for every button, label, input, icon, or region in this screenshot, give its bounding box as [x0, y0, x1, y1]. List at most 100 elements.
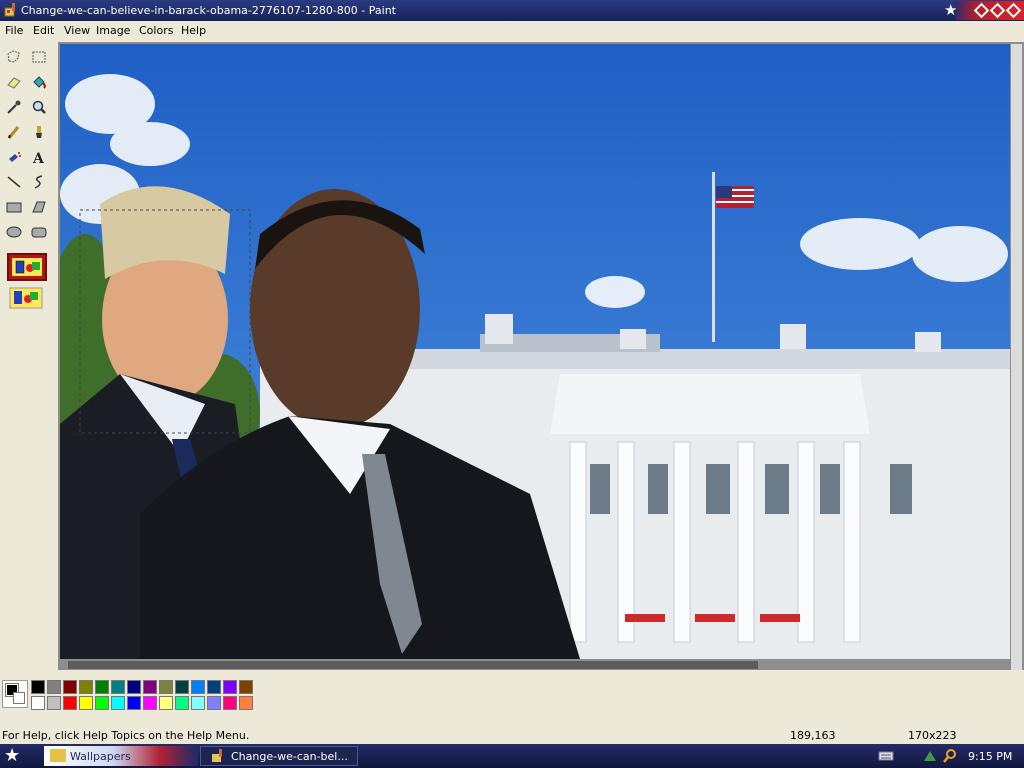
magnifier-tool[interactable]	[28, 96, 50, 118]
line-icon	[7, 176, 21, 188]
menu-view[interactable]: View	[64, 24, 90, 37]
minimize-button[interactable]	[973, 2, 990, 19]
palette-swatch[interactable]	[207, 680, 221, 694]
palette-swatch[interactable]	[127, 680, 141, 694]
palette-swatch[interactable]	[223, 696, 237, 710]
free-form-select-tool[interactable]	[3, 46, 25, 68]
menu-bar: File Edit View Image Colors Help	[0, 21, 1024, 40]
horizontal-scrollbar[interactable]	[68, 661, 758, 669]
vertical-scrollbar[interactable]	[1011, 44, 1022, 670]
eraser-tool[interactable]	[3, 71, 25, 93]
selection-size: 170x223	[908, 729, 957, 742]
cursor-coordinates: 189,163	[790, 729, 836, 742]
palette-swatch[interactable]	[223, 680, 237, 694]
palette-swatch[interactable]	[159, 680, 173, 694]
opaque-background-icon	[12, 258, 42, 276]
close-button[interactable]	[1005, 2, 1022, 19]
rectangle-tool[interactable]	[3, 196, 25, 218]
paint-app-icon[interactable]	[4, 3, 18, 17]
paint-icon	[212, 749, 222, 762]
palette-swatch[interactable]	[159, 696, 173, 710]
palette-swatch[interactable]	[95, 696, 109, 710]
taskbar-item-label: Change-we-can-bel...	[231, 750, 348, 763]
airbrush-icon	[9, 152, 21, 162]
clock: 9:15 PM	[968, 750, 1013, 763]
brush-tool[interactable]	[28, 121, 50, 143]
taskbar: ★ Wallpapers Change-we-can-bel... 9:15 P…	[0, 744, 1024, 768]
fill-tool[interactable]	[28, 71, 50, 93]
maximize-button[interactable]	[989, 2, 1006, 19]
taskbar-item-wallpapers[interactable]: Wallpapers	[44, 746, 198, 766]
eraser-icon	[7, 77, 21, 89]
pick-color-tool[interactable]	[3, 96, 25, 118]
keyboard-icon[interactable]	[878, 750, 894, 762]
palette-swatch[interactable]	[79, 696, 93, 710]
drawing-canvas[interactable]	[60, 44, 1010, 659]
network-icon[interactable]	[922, 749, 938, 763]
search-icon[interactable]	[942, 748, 958, 764]
window-title: Change-we-can-believe-in-barack-obama-27…	[21, 4, 396, 17]
palette-swatch[interactable]	[191, 680, 205, 694]
palette-swatch[interactable]	[63, 680, 77, 694]
palette-swatch[interactable]	[79, 680, 93, 694]
polygon-icon	[32, 201, 46, 213]
brush-icon	[36, 126, 42, 138]
palette-swatch[interactable]	[95, 680, 109, 694]
svg-text:A: A	[32, 151, 45, 165]
status-bar: For Help, click Help Topics on the Help …	[0, 726, 1024, 744]
rounded-rectangle-tool[interactable]	[28, 221, 50, 243]
curve-tool[interactable]	[28, 171, 50, 193]
taskbar-item-label: Wallpapers	[70, 750, 131, 763]
ellipse-tool[interactable]	[3, 221, 25, 243]
transparent-option-selected[interactable]	[7, 253, 47, 281]
pencil-icon	[7, 126, 20, 139]
eyedropper-icon	[7, 100, 21, 114]
palette-swatch[interactable]	[111, 696, 125, 710]
palette-swatch[interactable]	[143, 696, 157, 710]
free-form-select-icon	[7, 50, 20, 63]
airbrush-tool[interactable]	[3, 146, 25, 168]
palette-swatch[interactable]	[31, 696, 45, 710]
ellipse-icon	[6, 226, 22, 238]
text-tool[interactable]: A	[28, 146, 50, 168]
palette-swatch[interactable]	[47, 680, 61, 694]
palette-swatch[interactable]	[63, 696, 77, 710]
menu-help[interactable]: Help	[181, 24, 206, 37]
color-palette	[0, 674, 300, 718]
menu-image[interactable]: Image	[96, 24, 130, 37]
taskbar-item-paint[interactable]: Change-we-can-bel...	[200, 746, 358, 766]
palette-swatch[interactable]	[31, 680, 45, 694]
menu-file[interactable]: File	[5, 24, 23, 37]
paint-bucket-icon	[33, 76, 46, 89]
title-bar: Change-we-can-believe-in-barack-obama-27…	[0, 0, 1024, 21]
pencil-tool[interactable]	[3, 121, 25, 143]
transparent-background-icon	[9, 287, 43, 309]
window-controls	[956, 1, 1024, 20]
palette-swatch[interactable]	[239, 696, 253, 710]
wallpaper-image	[60, 44, 1010, 659]
palette-swatch[interactable]	[127, 696, 141, 710]
palette-swatch[interactable]	[111, 680, 125, 694]
palette-swatch[interactable]	[143, 680, 157, 694]
palette-swatch[interactable]	[239, 680, 253, 694]
palette-swatch[interactable]	[207, 696, 221, 710]
palette-swatch[interactable]	[175, 696, 189, 710]
menu-colors[interactable]: Colors	[139, 24, 173, 37]
palette-swatch[interactable]	[47, 696, 61, 710]
menu-edit[interactable]: Edit	[33, 24, 54, 37]
select-tool[interactable]	[28, 46, 50, 68]
polygon-tool[interactable]	[28, 196, 50, 218]
status-help-text: For Help, click Help Topics on the Help …	[2, 729, 250, 742]
canvas-area	[58, 42, 1024, 670]
palette-swatch[interactable]	[191, 696, 205, 710]
palette-swatch[interactable]	[175, 680, 189, 694]
text-icon: A	[32, 151, 45, 165]
rounded-rectangle-icon	[31, 227, 47, 238]
rect-select-icon	[32, 51, 46, 63]
system-tray: 9:15 PM	[870, 746, 1020, 766]
line-tool[interactable]	[3, 171, 25, 193]
transparent-option[interactable]	[9, 287, 45, 311]
start-button[interactable]: ★	[4, 746, 30, 766]
toolbox: A	[0, 44, 56, 314]
rectangle-icon	[6, 202, 22, 213]
